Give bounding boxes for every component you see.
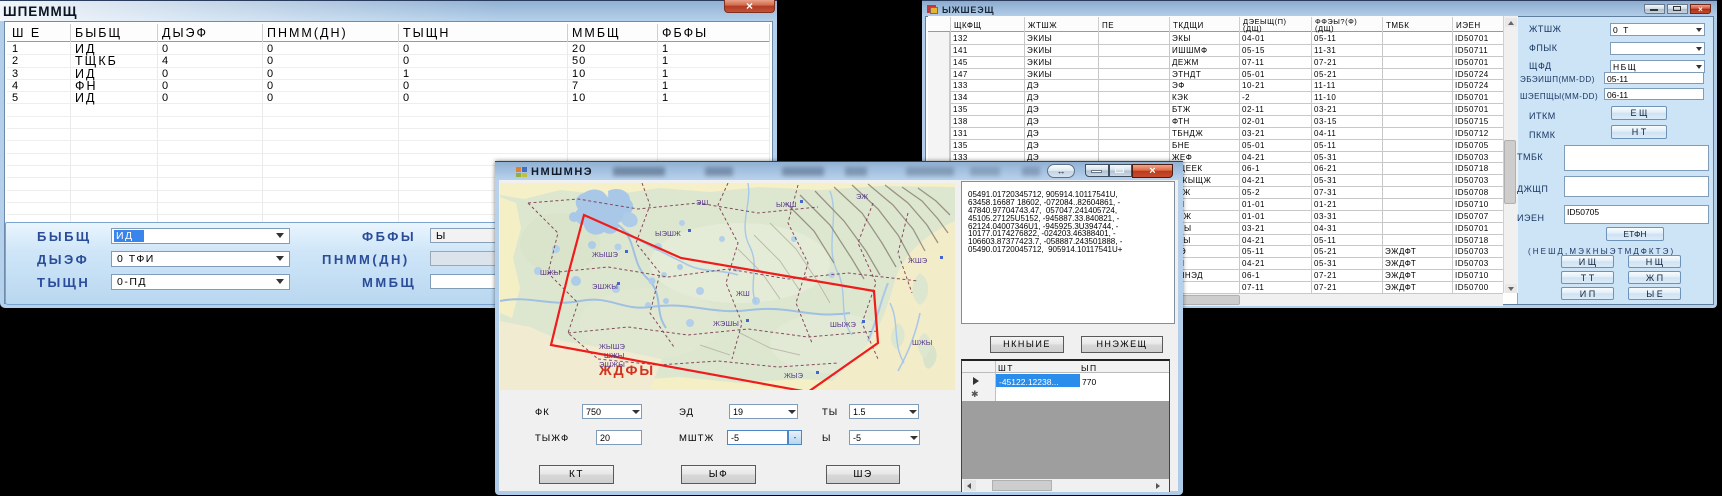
svg-text:ЭШ: ЭШ: [696, 198, 708, 207]
svg-text:ЫЖШ: ЫЖШ: [776, 200, 797, 209]
svg-text:ШЖЫ: ШЖЫ: [604, 351, 625, 360]
svg-text:ЖШЭ: ЖШЭ: [908, 256, 928, 265]
svg-text:ЖШ: ЖШ: [736, 289, 750, 298]
svg-text:ШЫЖЭ: ШЫЖЭ: [830, 320, 856, 329]
svg-text:ЖЫЭ: ЖЫЭ: [784, 371, 804, 380]
svg-text:ЭЖ: ЭЖ: [856, 192, 868, 201]
svg-text:ЭШЖЫ: ЭШЖЫ: [599, 360, 625, 369]
svg-text:ЭШЖЫ: ЭШЖЫ: [592, 282, 618, 291]
svg-text:ШЖЫ: ШЖЫ: [912, 338, 933, 347]
svg-text:ШЖЫ: ШЖЫ: [540, 268, 561, 277]
svg-text:ЖЫШЭ: ЖЫШЭ: [599, 342, 625, 351]
svg-text:ЫЭШЖ: ЫЭШЖ: [655, 229, 681, 238]
svg-text:ЖЫШЭ: ЖЫШЭ: [592, 250, 618, 259]
svg-text:ЖЭШЫ: ЖЭШЫ: [713, 319, 739, 328]
